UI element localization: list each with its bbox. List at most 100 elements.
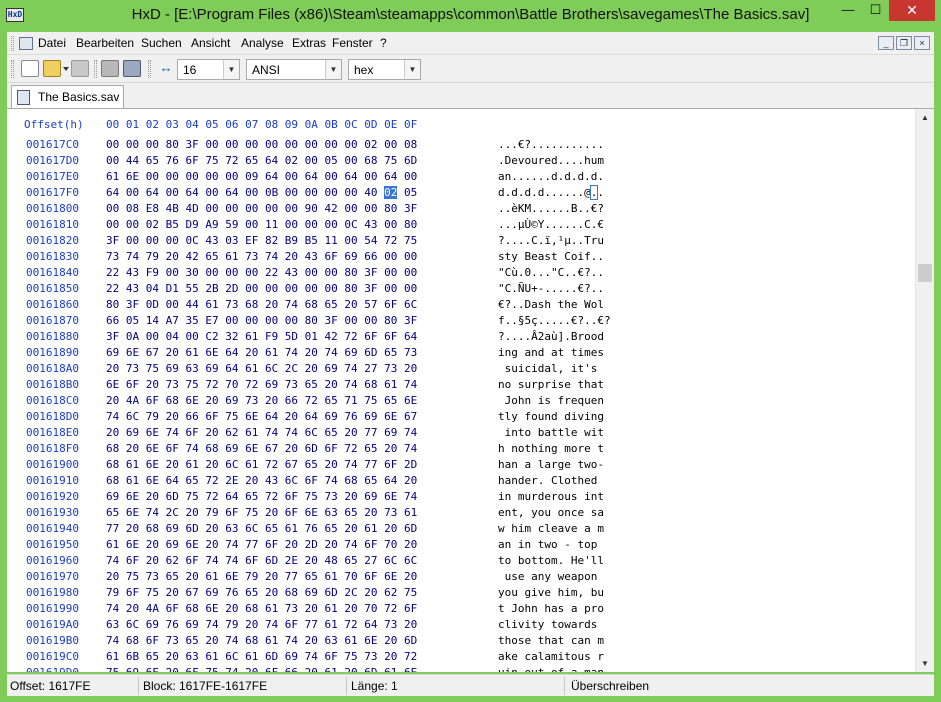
- row-text[interactable]: an......d.d.d.d.: [498, 170, 604, 183]
- row-hex-bytes[interactable]: 68 20 6E 6F 74 68 69 6E 67 20 6D 6F 72 6…: [106, 442, 417, 455]
- row-text[interactable]: in murderous int: [498, 490, 604, 503]
- minimize-button[interactable]: —: [834, 0, 862, 21]
- menu-bearbeiten[interactable]: Bearbeiten: [76, 36, 134, 50]
- row-text[interactable]: ent, you once sa: [498, 506, 604, 519]
- row-hex-bytes[interactable]: 73 74 79 20 42 65 61 73 74 20 43 6F 69 6…: [106, 250, 417, 263]
- mdi-minimize-button[interactable]: _: [878, 36, 894, 50]
- row-text[interactable]: use any weapon: [498, 570, 604, 583]
- row-hex-bytes[interactable]: 74 68 6F 73 65 20 74 68 61 74 20 63 61 6…: [106, 634, 417, 647]
- menu-suchen[interactable]: Suchen: [141, 36, 182, 50]
- menu-help[interactable]: ?: [380, 36, 387, 50]
- scroll-up-icon[interactable]: ▲: [916, 109, 934, 126]
- row-text[interactable]: clivity towards: [498, 618, 604, 631]
- scroll-thumb[interactable]: [918, 264, 932, 282]
- menu-analyse[interactable]: Analyse: [241, 36, 284, 50]
- row-text[interactable]: han a large two-: [498, 458, 604, 471]
- row-hex-bytes[interactable]: 00 00 02 B5 D9 A9 59 00 11 00 00 00 0C 4…: [106, 218, 417, 231]
- row-text[interactable]: f..§5ç.....€?..€?: [498, 314, 611, 327]
- row-hex-bytes[interactable]: 3F 0A 00 04 00 C2 32 61 F9 5D 01 42 72 6…: [106, 330, 417, 343]
- row-hex-bytes[interactable]: 79 6F 75 20 67 69 76 65 20 68 69 6D 2C 2…: [106, 586, 417, 599]
- row-text[interactable]: .Devoured....hum: [498, 154, 604, 167]
- row-text[interactable]: ...€?...........: [498, 138, 604, 151]
- row-text[interactable]: w him cleave a m: [498, 522, 604, 535]
- row-hex-bytes[interactable]: 6E 6F 20 73 75 72 70 72 69 73 65 20 74 6…: [106, 378, 417, 391]
- row-hex-bytes[interactable]: 22 43 04 D1 55 2B 2D 00 00 00 00 00 80 3…: [106, 282, 417, 295]
- row-hex-bytes[interactable]: 66 05 14 A7 35 E7 00 00 00 00 80 3F 00 0…: [106, 314, 417, 327]
- row-hex-bytes[interactable]: 74 20 4A 6F 68 6E 20 68 61 73 20 61 20 7…: [106, 602, 417, 615]
- row-hex-bytes[interactable]: 00 44 65 76 6F 75 72 65 64 02 00 05 00 6…: [106, 154, 417, 167]
- row-hex-bytes[interactable]: 68 61 6E 64 65 72 2E 20 43 6C 6F 74 68 6…: [106, 474, 417, 487]
- bytes-per-row-select[interactable]: 16 ▼: [177, 59, 240, 80]
- row-text[interactable]: ..èKM......B..€?: [498, 202, 604, 215]
- open-dropdown-arrow-icon[interactable]: [63, 67, 69, 71]
- chevron-down-icon[interactable]: ▼: [325, 60, 341, 79]
- row-hex-bytes[interactable]: 61 6E 00 00 00 00 00 09 64 00 64 00 64 0…: [106, 170, 417, 183]
- row-text[interactable]: "C.ÑU+-.....€?..: [498, 282, 604, 295]
- text-segment[interactable]: .: [597, 186, 604, 199]
- row-hex-bytes[interactable]: 65 6E 74 2C 20 79 6F 75 20 6F 6E 63 65 2…: [106, 506, 417, 519]
- tab-the-basics[interactable]: The Basics.sav: [11, 85, 124, 108]
- maximize-button[interactable]: ☐: [862, 0, 889, 21]
- row-hex-bytes[interactable]: 22 43 F9 00 30 00 00 00 22 43 00 00 80 3…: [106, 266, 417, 279]
- row-text[interactable]: ake calamitous r: [498, 650, 604, 663]
- row-text[interactable]: h nothing more t: [498, 442, 604, 455]
- scroll-down-icon[interactable]: ▼: [916, 655, 934, 672]
- mdi-close-button[interactable]: ×: [914, 36, 930, 50]
- row-text[interactable]: hander. Clothed: [498, 474, 604, 487]
- row-hex-bytes[interactable]: 3F 00 00 00 0C 43 03 EF 82 B9 B5 11 00 5…: [106, 234, 417, 247]
- toolbar-grip[interactable]: [94, 60, 97, 78]
- row-hex-bytes[interactable]: 80 3F 0D 00 44 61 73 68 20 74 68 65 20 5…: [106, 298, 417, 311]
- row-text[interactable]: sty Beast Coif..: [498, 250, 604, 263]
- row-hex-bytes[interactable]: 61 6B 65 20 63 61 6C 61 6D 69 74 6F 75 7…: [106, 650, 417, 663]
- open-ram-icon[interactable]: [101, 60, 119, 77]
- close-button[interactable]: ✕: [889, 0, 935, 21]
- toolbar-grip[interactable]: [148, 60, 151, 78]
- row-hex-bytes[interactable]: 00 08 E8 4B 4D 00 00 00 00 00 90 42 00 0…: [106, 202, 417, 215]
- menu-datei[interactable]: Datei: [38, 36, 66, 50]
- mdi-restore-button[interactable]: ❐: [896, 36, 912, 50]
- chevron-down-icon[interactable]: ▼: [404, 60, 420, 79]
- menu-fenster[interactable]: Fenster: [332, 36, 373, 50]
- row-hex-bytes[interactable]: 64 00 64 00 64 00 64 00 0B 00 00 00 00 4…: [106, 186, 417, 199]
- row-hex-bytes[interactable]: 00 00 00 80 3F 00 00 00 00 00 00 00 00 0…: [106, 138, 417, 151]
- row-text[interactable]: d.d.d.d......@..: [498, 185, 604, 200]
- hex-bytes-segment[interactable]: 64 00 64 00 64 00 64 00 0B 00 00 00 00 4…: [106, 186, 384, 199]
- open-folder-icon[interactable]: [43, 60, 61, 77]
- row-hex-bytes[interactable]: 75 69 6E 20 6F 75 74 20 6F 66 20 61 20 6…: [106, 666, 417, 672]
- row-text[interactable]: suicidal, it's: [498, 362, 604, 375]
- status-mode[interactable]: Überschreiben: [571, 679, 649, 693]
- row-text[interactable]: no surprise that: [498, 378, 604, 391]
- row-text[interactable]: John is frequen: [498, 394, 604, 407]
- row-hex-bytes[interactable]: 20 4A 6F 68 6E 20 69 73 20 66 72 65 71 7…: [106, 394, 417, 407]
- selected-byte[interactable]: 02: [384, 186, 398, 199]
- row-hex-bytes[interactable]: 20 73 75 69 63 69 64 61 6C 2C 20 69 74 2…: [106, 362, 417, 375]
- row-hex-bytes[interactable]: 69 6E 67 20 61 6E 64 20 61 74 20 74 69 6…: [106, 346, 417, 359]
- document-icon[interactable]: [19, 37, 33, 50]
- hex-bytes-segment[interactable]: 05: [397, 186, 417, 199]
- row-hex-bytes[interactable]: 20 69 6E 74 6F 20 62 61 74 74 6C 65 20 7…: [106, 426, 417, 439]
- row-text[interactable]: ...µÙ©Y......C.€: [498, 218, 604, 231]
- row-text[interactable]: €?..Dash the Wol: [498, 298, 604, 311]
- row-text[interactable]: to bottom. He'll: [498, 554, 604, 567]
- row-text[interactable]: "Cù.0..."C..€?..: [498, 266, 604, 279]
- row-text[interactable]: t John has a pro: [498, 602, 604, 615]
- menu-ansicht[interactable]: Ansicht: [191, 36, 230, 50]
- row-text[interactable]: uin out of a man: [498, 666, 604, 672]
- offset-base-select[interactable]: hex ▼: [348, 59, 421, 80]
- row-hex-bytes[interactable]: 68 61 6E 20 61 20 6C 61 72 67 65 20 74 7…: [106, 458, 417, 471]
- row-hex-bytes[interactable]: 63 6C 69 76 69 74 79 20 74 6F 77 61 72 6…: [106, 618, 417, 631]
- row-text[interactable]: ing and at times: [498, 346, 604, 359]
- row-hex-bytes[interactable]: 69 6E 20 6D 75 72 64 65 72 6F 75 73 20 6…: [106, 490, 417, 503]
- row-hex-bytes[interactable]: 74 6C 79 20 66 6F 75 6E 64 20 64 69 76 6…: [106, 410, 417, 423]
- hex-editor[interactable]: Offset(h) 00 01 02 03 04 05 06 07 08 09 …: [7, 108, 934, 672]
- title-bar[interactable]: HxD HxD - [E:\Program Files (x86)\Steam\…: [0, 0, 941, 30]
- menu-grip[interactable]: [11, 36, 14, 51]
- toolbar-grip[interactable]: [11, 60, 14, 78]
- chevron-down-icon[interactable]: ▼: [223, 60, 239, 79]
- row-text[interactable]: those that can m: [498, 634, 604, 647]
- text-segment[interactable]: d.d.d.d......@: [498, 186, 591, 199]
- row-text[interactable]: into battle wit: [498, 426, 604, 439]
- row-hex-bytes[interactable]: 77 20 68 69 6D 20 63 6C 65 61 76 65 20 6…: [106, 522, 417, 535]
- row-text[interactable]: you give him, bu: [498, 586, 604, 599]
- new-file-icon[interactable]: [21, 60, 39, 77]
